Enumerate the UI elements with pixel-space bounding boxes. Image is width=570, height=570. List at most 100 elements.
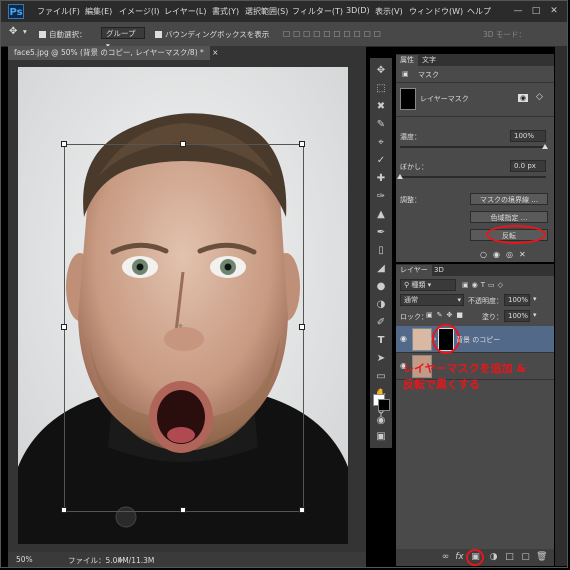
mask-edge-button[interactable]: マスクの境界線 ...: [470, 193, 548, 205]
layer-name[interactable]: 背景 のコピー: [456, 335, 500, 345]
feather-slider[interactable]: [400, 176, 546, 178]
transform-bounding-box[interactable]: [64, 144, 304, 512]
vector-mask-icon[interactable]: ◇: [536, 92, 543, 102]
mask-footer-icons[interactable]: ○◉◎✕: [480, 250, 532, 259]
close-tab-icon[interactable]: ×: [212, 48, 218, 57]
shape-tool-icon[interactable]: ▭: [374, 370, 388, 384]
tab-properties[interactable]: 属性: [396, 55, 418, 66]
feather-field[interactable]: 0.0 px: [510, 160, 546, 172]
mask-type-icon: ▣: [402, 70, 409, 78]
align-buttons[interactable]: □□□□□□□□□□: [283, 29, 384, 38]
transform-handle[interactable]: [61, 507, 67, 513]
quick-select-tool-icon[interactable]: ✎: [374, 118, 388, 132]
menu-layer[interactable]: レイヤー(L): [164, 6, 206, 17]
layer-kind-filter[interactable]: ⚲ 種類 ▾: [400, 279, 456, 291]
eraser-tool-icon[interactable]: ▯: [374, 244, 388, 258]
pivot-point-icon[interactable]: ⌖: [178, 322, 183, 332]
healing-brush-tool-icon[interactable]: ✚: [374, 172, 388, 186]
link-layers-icon[interactable]: ∞: [440, 552, 451, 562]
opacity-dropdown-icon[interactable]: ▾: [533, 295, 537, 303]
transform-handle[interactable]: [61, 141, 67, 147]
close-icon[interactable]: ✕: [547, 5, 561, 17]
tab-character[interactable]: 文字: [418, 55, 440, 66]
paint-bucket-tool-icon[interactable]: ◢: [374, 262, 388, 276]
density-slider-knob[interactable]: [542, 144, 548, 149]
zoom-level[interactable]: 50%: [16, 555, 33, 564]
new-group-icon[interactable]: □: [504, 552, 515, 562]
density-slider[interactable]: [400, 146, 546, 148]
fill-dropdown-icon[interactable]: ▾: [533, 311, 537, 319]
document-tab[interactable]: face5.jpg @ 50% (背景 のコピー, レイヤーマスク/8) * ×: [8, 46, 218, 60]
transform-handle[interactable]: [299, 141, 305, 147]
layer-mask-label: レイヤーマスク: [420, 95, 469, 103]
menu-help[interactable]: ヘルプ: [467, 6, 491, 17]
bounding-box-checkbox[interactable]: バウンディングボックスを表示: [155, 29, 269, 40]
properties-tabs: 属性 文字: [396, 54, 554, 66]
move-tool-icon[interactable]: ✥: [374, 64, 388, 78]
history-brush-tool-icon[interactable]: ✒: [374, 226, 388, 240]
fill-label: 塗り：: [482, 313, 503, 321]
density-field[interactable]: 100%: [510, 130, 546, 142]
tool-preset-dropdown-icon[interactable]: ▾: [23, 27, 27, 36]
transform-handle[interactable]: [180, 141, 186, 147]
fill-field[interactable]: 100%: [504, 310, 530, 322]
layer-style-icon[interactable]: fx: [454, 552, 465, 562]
dodge-tool-icon[interactable]: ◑: [374, 298, 388, 312]
menu-image[interactable]: イメージ(I): [119, 6, 159, 17]
transform-handle[interactable]: [61, 324, 67, 330]
transform-handle[interactable]: [180, 507, 186, 513]
menu-file[interactable]: ファイル(F): [37, 6, 80, 17]
eyedropper-tool-icon[interactable]: ✓: [374, 154, 388, 168]
file-size-info: ファイル：5.04M/11.3M: [68, 556, 155, 565]
menu-select[interactable]: 選択範囲(S): [245, 6, 288, 17]
delete-layer-icon[interactable]: 🗑: [536, 552, 547, 562]
lasso-tool-icon[interactable]: ✖: [374, 100, 388, 114]
maximize-icon[interactable]: □: [529, 5, 543, 17]
move-tool-icon[interactable]: ✥: [9, 26, 17, 37]
clone-stamp-tool-icon[interactable]: ▲: [374, 208, 388, 222]
menu-window[interactable]: ウィンドウ(W): [409, 6, 463, 17]
screen-mode-icon[interactable]: ▣: [374, 430, 388, 444]
transform-handle[interactable]: [299, 507, 305, 513]
tab-3d[interactable]: 3D: [430, 265, 448, 276]
lock-icons[interactable]: ▣✎✥■: [426, 311, 467, 319]
minimize-icon[interactable]: —: [511, 5, 525, 17]
tools-panel: ✥ ⬚ ✖ ✎ ⌖ ✓ ✚ ✑ ▲ ✒ ▯ ◢ ● ◑ ✐ T ➤ ▭ ✋ ⚲ …: [370, 58, 392, 448]
menu-view[interactable]: 表示(V): [375, 6, 403, 17]
pixel-mask-icon[interactable]: ◉: [518, 94, 529, 102]
path-selection-tool-icon[interactable]: ➤: [374, 352, 388, 366]
background-color-swatch[interactable]: [378, 399, 390, 411]
tab-layers[interactable]: レイヤー: [396, 265, 432, 276]
blend-mode-select[interactable]: 通常 ▾: [400, 294, 464, 306]
pen-tool-icon[interactable]: ✐: [374, 316, 388, 330]
menu-3d[interactable]: 3D(D): [346, 6, 370, 15]
quick-mask-icon[interactable]: ◉: [374, 414, 388, 428]
new-layer-icon[interactable]: ▢: [520, 552, 531, 562]
mask-thumbnail[interactable]: [400, 88, 416, 110]
type-tool-icon[interactable]: T: [374, 334, 388, 348]
mode-3d-label: 3D モード：: [483, 30, 526, 39]
filter-type-icons[interactable]: ▣◉T▭◇: [462, 281, 506, 289]
layer-thumbnail[interactable]: [412, 328, 432, 351]
opacity-field[interactable]: 100%: [504, 294, 530, 306]
color-range-button[interactable]: 色域指定 ...: [470, 211, 548, 223]
adjustment-layer-icon[interactable]: ◑: [488, 552, 499, 562]
density-label: 濃度：: [400, 133, 421, 141]
visibility-eye-icon[interactable]: ◉: [400, 334, 407, 343]
brush-tool-icon[interactable]: ✑: [374, 190, 388, 204]
auto-select-target-select[interactable]: グループ ▾: [101, 27, 145, 50]
menu-type[interactable]: 書式(Y): [212, 6, 239, 17]
auto-select-checkbox[interactable]: 自動選択：: [39, 29, 87, 40]
transform-handle[interactable]: [299, 324, 305, 330]
layer-row-background-copy[interactable]: ◉ ∞ 背景 のコピー: [396, 324, 554, 354]
layers-panel: レイヤー 3D ⚲ 種類 ▾ ▣◉T▭◇ 通常 ▾ 不透明度： 100% ▾ ロ…: [396, 264, 554, 549]
crop-tool-icon[interactable]: ⌖: [374, 136, 388, 150]
annotation-line-2: 反転で黒くする: [403, 378, 480, 391]
menu-filter[interactable]: フィルター(T): [292, 6, 343, 17]
marquee-tool-icon[interactable]: ⬚: [374, 82, 388, 96]
status-menu-arrow-icon[interactable]: ▶: [118, 555, 124, 564]
feather-slider-knob[interactable]: [397, 174, 403, 179]
menu-edit[interactable]: 編集(E): [85, 6, 112, 17]
blur-tool-icon[interactable]: ●: [374, 280, 388, 294]
canvas-image[interactable]: ⌖: [18, 67, 348, 544]
